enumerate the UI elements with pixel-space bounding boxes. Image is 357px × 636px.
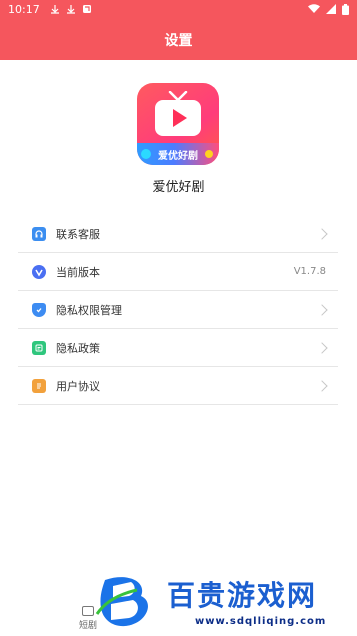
logo-badge-text: 爱优好剧 — [158, 151, 198, 162]
app-logo: 爱优好剧 — [137, 83, 219, 165]
settings-item-contact-service[interactable]: 联系客服 — [18, 215, 338, 253]
download-icon — [50, 5, 59, 14]
settings-item-label: 联系客服 — [56, 227, 100, 241]
download-icon — [66, 5, 75, 14]
chevron-right-icon — [316, 379, 328, 392]
page-title: 设置 — [164, 33, 193, 49]
status-system-icons — [308, 3, 349, 15]
watermark: 百贵游戏网 www.sdqlliqing.com — [95, 572, 357, 636]
chevron-right-icon — [316, 227, 328, 240]
settings-item-current-version[interactable]: 当前版本 V1.7.8 — [18, 253, 338, 291]
play-icon — [173, 109, 187, 127]
version-value: V1.7.8 — [293, 266, 326, 277]
watermark-url: www.sdqlliqing.com — [195, 616, 327, 627]
settings-list: 联系客服 当前版本 V1.7.8 隐私权限管理 隐私政策 用户协议 — [18, 215, 338, 405]
settings-item-user-agreement[interactable]: 用户协议 — [18, 367, 338, 405]
settings-item-privacy-permissions[interactable]: 隐私权限管理 — [18, 291, 338, 329]
version-icon — [32, 264, 46, 279]
app-name: 爱优好剧 — [152, 180, 205, 195]
status-notifications — [50, 4, 92, 14]
top-header: 10:17 设置 — [0, 0, 357, 60]
settings-item-label: 隐私政策 — [56, 341, 100, 355]
settings-item-privacy-policy[interactable]: 隐私政策 — [18, 329, 338, 367]
wifi-icon — [308, 4, 320, 13]
shield-icon — [32, 302, 46, 317]
chevron-right-icon — [316, 341, 328, 354]
chevron-right-icon — [316, 303, 328, 316]
customer-service-icon — [32, 226, 46, 241]
agreement-icon — [32, 378, 46, 393]
notification-app-icon — [82, 5, 91, 13]
watermark-logo-icon — [95, 577, 148, 627]
battery-icon — [342, 3, 349, 15]
short-drama-icon — [82, 606, 94, 616]
settings-item-label: 用户协议 — [56, 379, 100, 393]
settings-item-label: 当前版本 — [56, 265, 100, 279]
signal-icon — [326, 4, 336, 14]
status-bar: 10:17 — [0, 0, 357, 18]
document-icon — [32, 340, 46, 355]
settings-item-label: 隐私权限管理 — [56, 303, 122, 317]
status-time: 10:17 — [8, 2, 40, 16]
watermark-title: 百贵游戏网 — [167, 579, 318, 612]
